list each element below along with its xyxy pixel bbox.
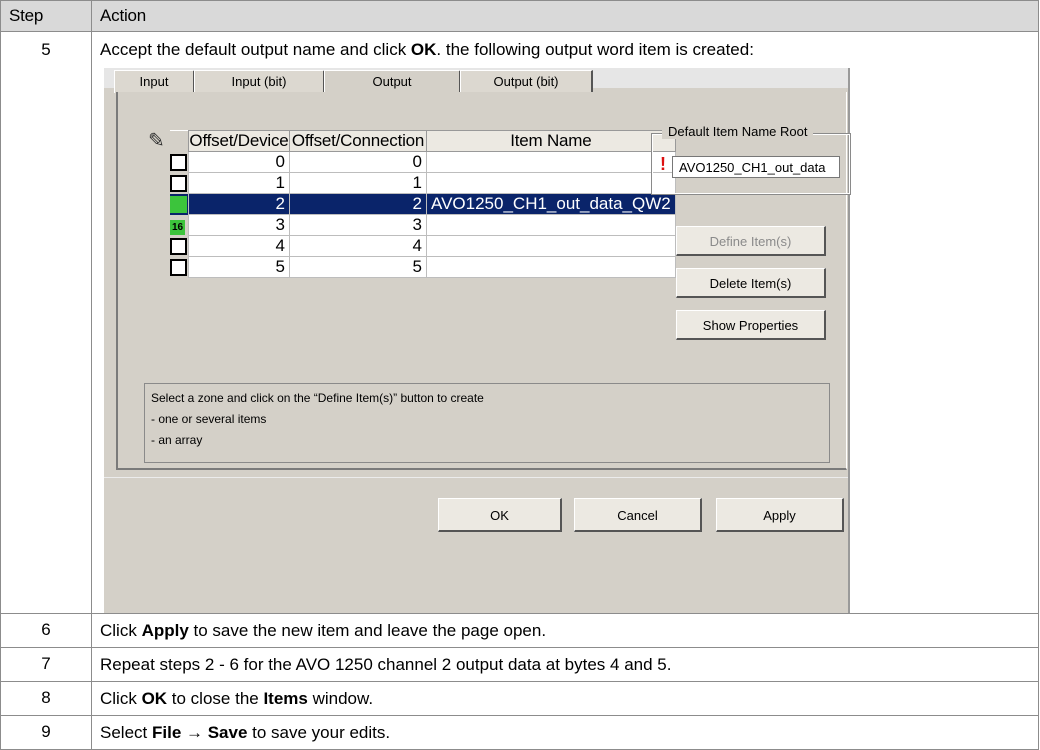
grid-header-row: Offset/Device Offset/Connection Item Nam… [170, 130, 676, 152]
grid-row[interactable]: 16 3 3 [170, 214, 676, 236]
grid-row-selected[interactable]: 2 2 AVO1250_CH1_out_data_QW2 [170, 193, 676, 215]
grid-row[interactable]: 5 5 [170, 256, 676, 278]
cell-offset-device: 5 [188, 256, 290, 278]
action-text: Accept the default output name and click… [100, 40, 754, 59]
table-header-row: Step Action [0, 0, 1039, 32]
cell-offset-device: 4 [188, 235, 290, 257]
action-cell: Click Apply to save the new item and lea… [91, 613, 1039, 648]
apply-button[interactable]: Apply [716, 498, 844, 532]
hint-line: Select a zone and click on the “Define I… [151, 391, 484, 405]
cell-offset-connection: 3 [289, 214, 427, 236]
cell-item-name [426, 256, 676, 278]
dialog-button-bar: OK Cancel Apply [104, 477, 848, 534]
table-row: 5 Accept the default output name and cli… [0, 31, 1039, 614]
hint-line: - one or several items [151, 412, 267, 426]
default-name-input[interactable]: AVO1250_CH1_out_data [672, 156, 840, 178]
cell-item-name [426, 172, 676, 194]
cell-offset-device: 1 [188, 172, 290, 194]
default-name-title: Default Item Name Root [662, 124, 814, 139]
table-row: 7 Repeat steps 2 - 6 for the AVO 1250 ch… [0, 647, 1039, 682]
output-tab-panel: ✎ Offset/Device Offset/Connection Item N… [116, 92, 851, 470]
action-cell: Click OK to close the Items window. [91, 681, 1039, 716]
cell-offset-connection: 4 [289, 235, 427, 257]
header-action: Action [91, 0, 1039, 32]
action-cell: Accept the default output name and click… [91, 31, 1039, 614]
cell-item-name [426, 214, 676, 236]
items-dialog-screenshot: Input Input (bit) Output Output (bit) ✎ … [104, 68, 851, 613]
action-cell: Repeat steps 2 - 6 for the AVO 1250 chan… [91, 647, 1039, 682]
cell-item-name: AVO1250_CH1_out_data_QW2 [426, 193, 676, 215]
tab-input[interactable]: Input [114, 70, 195, 93]
cell-item-name [426, 151, 676, 173]
tab-output-bit[interactable]: Output (bit) [460, 70, 593, 93]
cell-offset-device: 0 [188, 151, 290, 173]
row-checkbox[interactable] [170, 172, 189, 194]
step-number: 9 [0, 715, 92, 750]
header-step: Step [0, 0, 92, 32]
row-checkbox[interactable] [170, 235, 189, 257]
warning-icon: ! [660, 154, 666, 174]
table-row: 8 Click OK to close the Items window. [0, 681, 1039, 716]
grid-row[interactable]: 0 0 [170, 151, 676, 173]
table-row: 9 Select File → Save to save your edits. [0, 715, 1039, 750]
row-checkbox[interactable] [170, 256, 189, 278]
grid-mark-header [170, 130, 189, 152]
delete-items-button[interactable]: Delete Item(s) [676, 268, 826, 298]
cell-offset-connection: 1 [289, 172, 427, 194]
cell-offset-connection: 0 [289, 151, 427, 173]
row-checkbox-green[interactable] [170, 193, 189, 215]
row-checkbox[interactable] [170, 151, 189, 173]
col-offset-connection: Offset/Connection [289, 130, 427, 152]
step-number: 8 [0, 681, 92, 716]
step-number: 7 [0, 647, 92, 682]
items-grid: Offset/Device Offset/Connection Item Nam… [170, 130, 676, 278]
hint-line: - an array [151, 433, 203, 447]
procedure-table: Step Action 5 Accept the default output … [0, 0, 1039, 750]
show-properties-button[interactable]: Show Properties [676, 310, 826, 340]
cell-offset-device: 2 [188, 193, 290, 215]
row-marker-16[interactable]: 16 [170, 214, 189, 236]
grid-row[interactable]: 1 1 [170, 172, 676, 194]
col-offset-device: Offset/Device [188, 130, 290, 152]
action-cell: Select File → Save to save your edits. [91, 715, 1039, 750]
pencil-icon: ✎ [148, 130, 165, 152]
grid-row[interactable]: 4 4 [170, 235, 676, 257]
step-number: 6 [0, 613, 92, 648]
step-number: 5 [0, 31, 92, 614]
hint-box: Select a zone and click on the “Define I… [144, 383, 830, 463]
cell-offset-device: 3 [188, 214, 290, 236]
table-row: 6 Click Apply to save the new item and l… [0, 613, 1039, 648]
col-item-name: Item Name [426, 130, 676, 152]
define-items-button[interactable]: Define Item(s) [676, 226, 826, 256]
cell-offset-connection: 2 [289, 193, 427, 215]
tab-input-bit[interactable]: Input (bit) [194, 70, 325, 93]
cell-offset-connection: 5 [289, 256, 427, 278]
cancel-button[interactable]: Cancel [574, 498, 702, 532]
ok-button[interactable]: OK [438, 498, 562, 532]
cell-item-name [426, 235, 676, 257]
